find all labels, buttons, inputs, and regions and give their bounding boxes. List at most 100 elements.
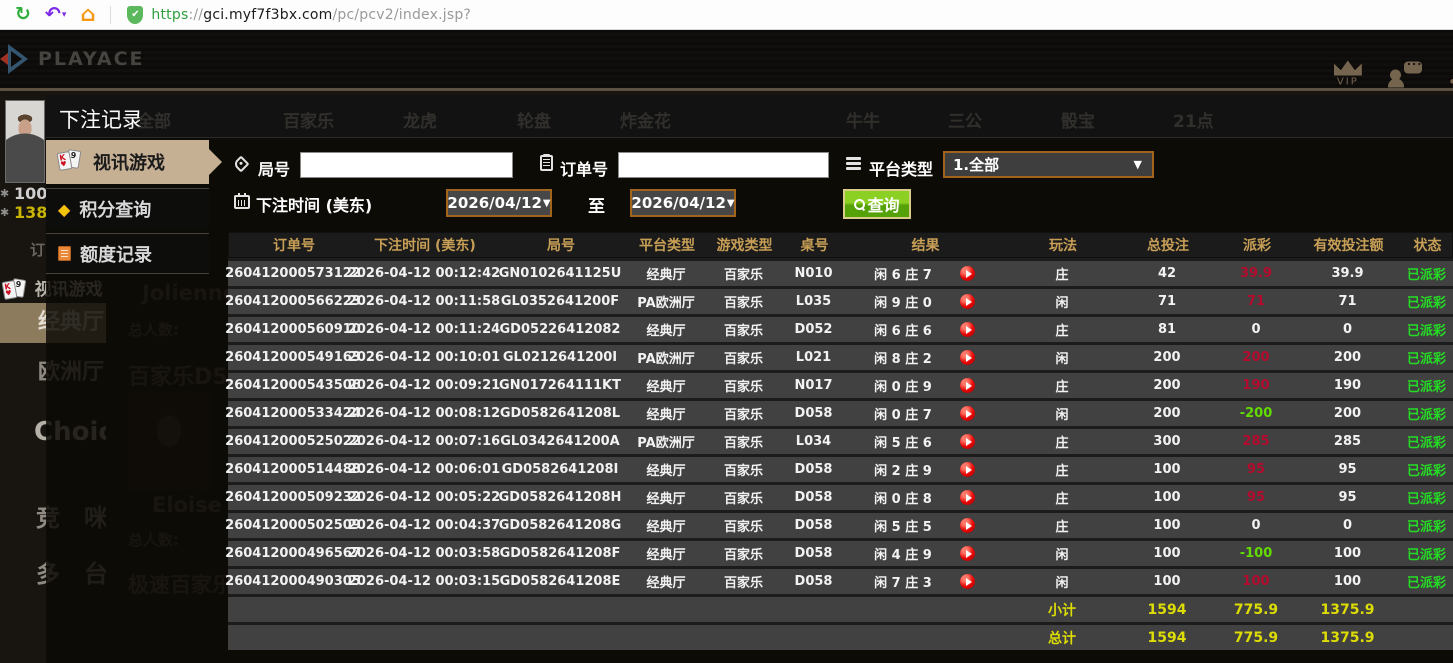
cell-game: GL0342641200A	[490, 429, 630, 454]
result-text: 闲 8 庄 2	[874, 348, 932, 367]
cell-payout: 190	[1217, 373, 1295, 398]
faint-tab: 龙虎	[403, 107, 437, 132]
music-icon[interactable]: ♪	[1448, 57, 1453, 92]
play-video-icon[interactable]	[960, 546, 975, 561]
cell-table: L021	[785, 345, 842, 370]
cell-result: 闲 5 庄 5	[842, 513, 1007, 538]
column-header: 派彩	[1218, 233, 1296, 257]
address-bar[interactable]: https://gci.myf7f3bx.com/pc/pcv2/index.j…	[151, 7, 471, 23]
tag-icon	[233, 156, 250, 173]
play-video-icon[interactable]	[960, 378, 975, 393]
faint-tab: 21点	[1173, 107, 1214, 132]
app-header: PLAYACE VIP ♪	[0, 30, 1453, 88]
url-path: /pc/pcv2/index.jsp?	[332, 7, 471, 23]
cell-order: 260412000543506	[228, 373, 358, 398]
cell-total: 200	[1117, 401, 1217, 426]
cell-total: 300	[1117, 429, 1217, 454]
cell-order: 260412000573122	[228, 261, 358, 286]
cell-play: 庄	[1007, 429, 1117, 454]
play-video-icon[interactable]	[960, 322, 975, 337]
result-text: 闲 5 庄 6	[874, 432, 932, 451]
cell-valid: 100	[1295, 541, 1400, 566]
cell-platform: 经典厅	[630, 457, 702, 482]
cell-payout: 95	[1217, 485, 1295, 510]
cell-type: 百家乐	[702, 429, 785, 454]
search-button[interactable]: 查询	[843, 189, 911, 219]
panel-nav-video-games[interactable]: 9 K♥ 视讯游戏	[46, 140, 209, 184]
cell-type: 百家乐	[702, 569, 785, 594]
faint-tab: 牛牛	[846, 107, 880, 132]
cell-table: L035	[785, 289, 842, 314]
bet-time-label: 下注时间 (美东)	[256, 192, 372, 216]
cell-result: 闲 5 庄 6	[842, 429, 1007, 454]
cell-result: 闲 7 庄 3	[842, 569, 1007, 594]
play-video-icon[interactable]	[960, 294, 975, 309]
cell-play: 庄	[1007, 373, 1117, 398]
back-icon[interactable]: ↶▾	[45, 5, 66, 24]
cell-time: 2026-04-12 00:03:58	[358, 541, 490, 566]
cell-game: GL0212641200I	[490, 345, 630, 370]
cell-table: N017	[785, 373, 842, 398]
summary-payout: 775.9	[1217, 597, 1295, 622]
cell-type: 百家乐	[702, 401, 785, 426]
playace-logo-icon	[0, 42, 30, 76]
cell-platform: 经典厅	[630, 401, 702, 426]
platform-select[interactable]: 1.全部 ▼	[943, 151, 1154, 178]
cell-payout: 200	[1217, 345, 1295, 370]
cell-status: 已派彩	[1400, 485, 1453, 510]
playing-cards-icon: 9 K♥	[3, 279, 29, 303]
user-avatar[interactable]	[5, 100, 45, 183]
platform-label: 平台类型	[869, 156, 933, 180]
date-from-select[interactable]: 2026/04/12 ▼	[446, 189, 552, 217]
cell-status: 已派彩	[1400, 345, 1453, 370]
cell-total: 100	[1117, 513, 1217, 538]
summary-valid-bet: 1375.9	[1295, 597, 1400, 622]
secure-shield-icon[interactable]: ✔	[127, 6, 143, 24]
cell-order: 260412000560910	[228, 317, 358, 342]
summary-total-bet: 1594	[1117, 597, 1217, 622]
play-video-icon[interactable]	[960, 266, 975, 281]
date-to-select[interactable]: 2026/04/12 ▼	[630, 189, 736, 217]
column-header: 状态	[1401, 233, 1453, 257]
play-video-icon[interactable]	[960, 490, 975, 505]
order-no-input[interactable]	[618, 152, 829, 178]
vip-button[interactable]: VIP	[1334, 61, 1362, 88]
cell-status: 已派彩	[1400, 401, 1453, 426]
refresh-icon[interactable]: ↻	[15, 5, 31, 24]
panel-nav-credit-records[interactable]: 额度记录	[46, 233, 209, 274]
cell-table: N010	[785, 261, 842, 286]
summary-empty-cell	[785, 597, 842, 622]
play-video-icon[interactable]	[960, 406, 975, 421]
home-icon[interactable]: ⌂	[80, 4, 95, 25]
cell-table: D058	[785, 485, 842, 510]
panel-nav-points-query[interactable]: ◆ 积分查询	[46, 188, 209, 229]
play-video-icon[interactable]	[960, 350, 975, 365]
toolbar-divider	[110, 6, 111, 24]
table-row: 2604120005609102026-04-12 00:11:24GD0522…	[228, 314, 1453, 342]
cell-type: 百家乐	[702, 541, 785, 566]
play-video-icon[interactable]	[960, 462, 975, 477]
column-header: 有效投注额	[1296, 233, 1401, 257]
summary-empty-cell	[702, 625, 785, 650]
cell-type: 百家乐	[702, 457, 785, 482]
play-video-icon[interactable]	[960, 574, 975, 589]
faint-tab: 百家乐	[283, 107, 334, 132]
game-no-input[interactable]	[300, 152, 513, 178]
cell-type: 百家乐	[702, 345, 785, 370]
play-video-icon[interactable]	[960, 434, 975, 449]
order-no-label: 订单号	[560, 156, 608, 180]
customer-service-icon[interactable]	[1388, 61, 1422, 87]
panel-title: 下注记录	[59, 104, 143, 134]
play-video-icon[interactable]	[960, 518, 975, 533]
calendar-icon	[234, 195, 250, 209]
crown-icon	[1334, 61, 1362, 76]
brand-logo[interactable]: PLAYACE	[0, 42, 145, 76]
column-header: 订单号	[229, 233, 359, 257]
panel-nav-label: 积分查询	[79, 196, 151, 222]
cell-valid: 0	[1295, 513, 1400, 538]
cell-total: 71	[1117, 289, 1217, 314]
cell-valid: 285	[1295, 429, 1400, 454]
gem-icon: ◆	[58, 200, 70, 219]
faint-tab: 全部	[137, 107, 171, 132]
summary-empty-cell	[490, 625, 630, 650]
